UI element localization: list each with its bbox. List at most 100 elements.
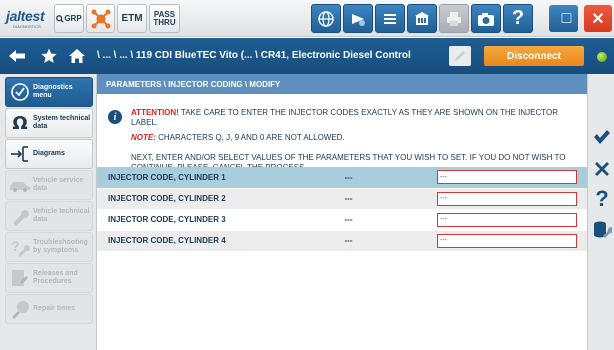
sidebar-item-label: Vehicle technical data xyxy=(33,208,90,223)
database-wrench-icon xyxy=(594,221,612,238)
current-value: --- xyxy=(267,209,430,231)
grp-search-icon xyxy=(56,14,64,23)
pencil-icon xyxy=(455,51,465,61)
table-row[interactable]: INJECTOR CODE, CYLINDER 1 --- xyxy=(97,167,587,189)
connection-icon xyxy=(91,9,110,28)
cancel-button[interactable] xyxy=(591,158,613,180)
help-button[interactable]: ? xyxy=(503,4,533,33)
jaltest-logo: jaltest DIAGNOSTICS xyxy=(6,8,48,32)
help-side-button[interactable]: ? xyxy=(591,188,613,210)
parameter-name: INJECTOR CODE, CYLINDER 4 xyxy=(97,230,267,252)
diagnostics-icon xyxy=(9,81,31,103)
remote-button[interactable] xyxy=(343,4,373,33)
logo-subtitle: DIAGNOSTICS xyxy=(13,24,41,29)
network-button[interactable] xyxy=(311,4,341,33)
sidebar-item-label: System technical data xyxy=(33,115,91,130)
thru-label: THRU xyxy=(153,17,176,27)
page-title: PARAMETERS \ INJECTOR CODING \ MODIFY xyxy=(97,74,587,94)
back-arrow-icon xyxy=(9,50,25,62)
sidebar-item-vehicle-service-data[interactable]: Vehicle service data xyxy=(5,170,93,200)
note-text: CHARACTERS Q, J, 9 AND 0 ARE NOT ALLOWED… xyxy=(155,133,345,142)
diagram-icon xyxy=(9,143,31,165)
question-wrench-icon: ? xyxy=(9,236,31,258)
home-button[interactable] xyxy=(66,45,88,67)
sidebar-item-label: Diagrams xyxy=(33,150,65,157)
injector-code-input[interactable] xyxy=(437,233,577,248)
etm-label: ETM xyxy=(121,13,143,24)
print-button[interactable] xyxy=(439,4,469,33)
grp-button[interactable]: GRP xyxy=(54,4,84,33)
menu-list-button[interactable] xyxy=(375,4,405,33)
current-value: --- xyxy=(267,230,430,252)
parameter-name: INJECTOR CODE, CYLINDER 2 xyxy=(97,188,267,210)
breadcrumb: \ ... \ ... \ 119 CDI BlueTEC Vito (... … xyxy=(97,50,411,61)
close-button[interactable]: ✕ xyxy=(584,5,612,32)
sidebar-item-label: Vehicle service data xyxy=(33,177,84,192)
printer-icon xyxy=(447,11,461,26)
list-icon xyxy=(384,13,396,24)
current-value: --- xyxy=(267,167,430,189)
value-cell xyxy=(430,209,587,231)
connection-status-button[interactable] xyxy=(86,4,115,33)
favorites-button[interactable] xyxy=(38,45,60,67)
back-button[interactable] xyxy=(6,45,28,67)
help-question-icon: ? xyxy=(511,7,525,29)
current-value: --- xyxy=(267,188,430,210)
star-icon xyxy=(41,48,57,63)
value-cell xyxy=(430,188,587,210)
injector-code-input[interactable] xyxy=(437,170,577,185)
home-icon xyxy=(69,49,85,63)
globe-icon xyxy=(318,10,334,27)
injector-code-input[interactable] xyxy=(437,212,577,227)
sidebar-item-diagrams[interactable]: Diagrams xyxy=(5,139,93,169)
pass-thru-button[interactable]: PASS THRU xyxy=(149,4,180,33)
accept-button[interactable] xyxy=(591,126,613,148)
edit-button[interactable] xyxy=(449,46,471,66)
camera-icon xyxy=(478,12,494,26)
note-label: NOTE: xyxy=(131,133,156,142)
grp-label: GRP xyxy=(64,14,82,23)
maximize-button[interactable]: □ xyxy=(555,5,578,32)
info-icon: i xyxy=(108,110,122,124)
sidebar-item-diagnostics-menu[interactable]: Diagnostics menu xyxy=(5,77,93,107)
pass-thru-label: PASS THRU xyxy=(153,10,176,27)
repair-times-icon xyxy=(9,298,31,320)
sidebar-item-vehicle-technical-data[interactable]: Vehicle technical data xyxy=(5,201,93,231)
procedure-icon xyxy=(9,267,31,289)
sidebar-item-label: Repair times xyxy=(33,305,76,312)
sidebar-item-repair-times[interactable]: Repair times xyxy=(5,294,93,324)
table-row[interactable]: INJECTOR CODE, CYLINDER 4 --- xyxy=(97,230,587,252)
parameter-name: INJECTOR CODE, CYLINDER 1 xyxy=(97,167,267,189)
close-icon: ✕ xyxy=(591,10,605,28)
attention-message: ATTENTION! TAKE CARE TO ENTER THE INJECT… xyxy=(131,108,581,128)
sidebar-item-system-technical-data[interactable]: Ω System technical data xyxy=(5,108,93,138)
injector-parameters-table: INJECTOR CODE, CYLINDER 1 --- INJECTOR C… xyxy=(97,167,587,252)
database-tool-button[interactable] xyxy=(591,218,613,240)
disconnect-button[interactable]: Disconnect xyxy=(484,46,584,66)
connection-status-led-icon xyxy=(597,52,607,62)
checkmark-icon xyxy=(594,130,610,144)
navigation-bar: \ ... \ ... \ 119 CDI BlueTEC Vito (... … xyxy=(0,38,614,74)
sidebar-item-troubleshooting-by-symptoms[interactable]: ? Troubleshooting by symptoms xyxy=(5,232,93,262)
maximize-icon: □ xyxy=(561,9,572,27)
top-toolbar: jaltest DIAGNOSTICS GRP ETM PASS THRU ? … xyxy=(0,0,614,37)
remote-icon xyxy=(352,13,365,26)
wrench-icon xyxy=(9,205,31,227)
sidebar-item-label: Troubleshooting by symptoms xyxy=(33,239,88,254)
injector-code-input[interactable] xyxy=(437,191,577,206)
logo-text: jaltest xyxy=(6,8,45,24)
screenshot-button[interactable] xyxy=(471,4,501,33)
attention-text: TAKE CARE TO ENTER THE INJECTOR CODES EX… xyxy=(131,108,559,127)
ohm-icon: Ω xyxy=(12,112,28,134)
parameter-name: INJECTOR CODE, CYLINDER 3 xyxy=(97,209,267,231)
sidebar-item-releases-and-procedures[interactable]: Releases and Procedures xyxy=(5,263,93,293)
etm-button[interactable]: ETM xyxy=(117,4,147,33)
vehicle-icon xyxy=(9,174,31,196)
table-row[interactable]: INJECTOR CODE, CYLINDER 2 --- xyxy=(97,188,587,210)
main-panel: PARAMETERS \ INJECTOR CODING \ MODIFY i … xyxy=(97,74,587,350)
cancel-x-icon xyxy=(595,162,609,176)
question-icon: ? xyxy=(595,186,609,211)
table-row[interactable]: INJECTOR CODE, CYLINDER 3 --- xyxy=(97,209,587,231)
value-cell xyxy=(430,230,587,252)
database-button[interactable] xyxy=(407,4,437,33)
